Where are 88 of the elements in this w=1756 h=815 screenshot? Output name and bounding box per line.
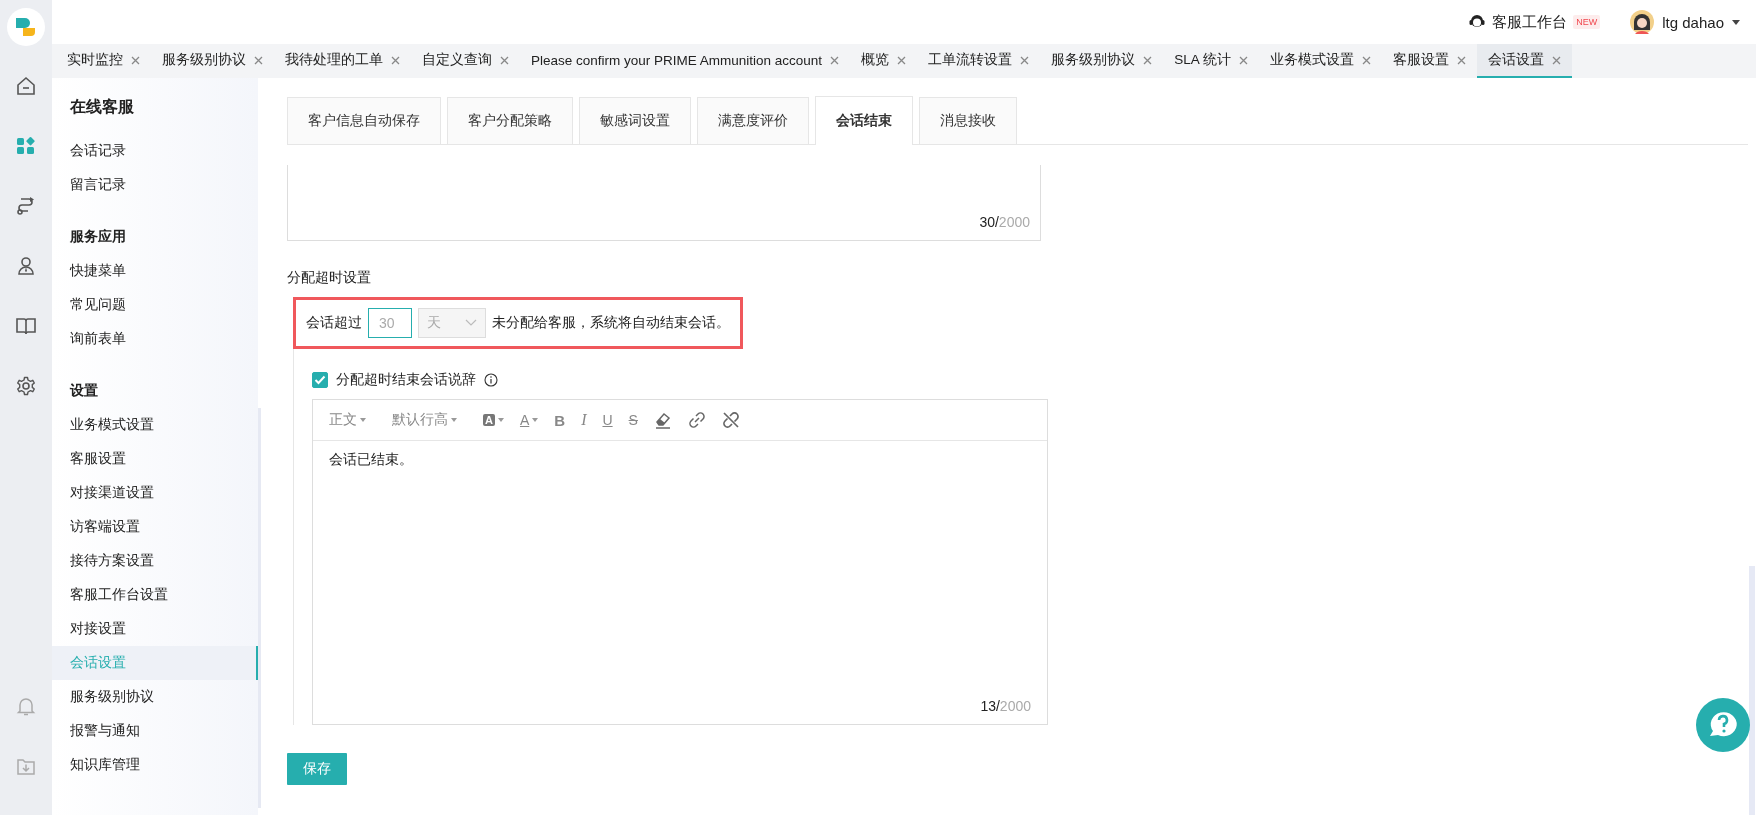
underline-button[interactable]: U: [602, 412, 613, 428]
section-title: 分配超时设置: [287, 269, 372, 287]
sidebar-item[interactable]: 快捷菜单: [52, 254, 258, 288]
sidebar-item[interactable]: 服务级别协议: [52, 680, 258, 714]
sidebar-heading: 服务应用: [69, 227, 127, 246]
close-icon[interactable]: [1361, 55, 1371, 65]
settings-tab[interactable]: 客户信息自动保存: [287, 97, 441, 144]
settings-tab[interactable]: 满意度评价: [697, 97, 809, 144]
sidebar-item[interactable]: 询前表单: [52, 322, 258, 356]
sidebar-title: 在线客服: [69, 96, 135, 117]
sidebar-item[interactable]: 知识库管理: [52, 748, 258, 782]
avatar-icon[interactable]: [1630, 10, 1655, 34]
sidebar-item[interactable]: 留言记录: [52, 168, 258, 202]
help-icon[interactable]: [1696, 698, 1750, 752]
toolbar-dropdown[interactable]: 默认行高: [392, 411, 457, 429]
caret-icon: [360, 418, 366, 422]
checkbox-label: 分配超时结束会话说辞: [336, 371, 476, 389]
settings-icon[interactable]: [16, 376, 36, 396]
close-icon[interactable]: [1020, 55, 1030, 65]
sidebar-item[interactable]: 对接渠道设置: [52, 476, 258, 510]
sidebar-item[interactable]: 常见问题: [52, 288, 258, 322]
eraser-icon[interactable]: [653, 411, 672, 429]
toolbar-dropdown[interactable]: 正文: [329, 411, 366, 429]
page-tab[interactable]: 服务级别协议: [151, 44, 274, 78]
workbench-link[interactable]: 客服工作台: [1492, 12, 1568, 32]
route-icon[interactable]: [16, 196, 36, 216]
page-tab[interactable]: 服务级别协议: [1040, 44, 1164, 78]
sidebar-item[interactable]: 会话记录: [52, 134, 258, 168]
page-tab[interactable]: 我待处理的工单: [274, 44, 411, 78]
chevron-down-icon: [465, 319, 477, 327]
editor-text: 会话已结束。: [329, 451, 413, 467]
page-tab[interactable]: 客服设置: [1381, 44, 1477, 78]
bold-button[interactable]: B: [554, 411, 566, 429]
close-icon[interactable]: [391, 55, 400, 65]
info-icon[interactable]: [484, 373, 498, 387]
page-tab[interactable]: 会话设置: [1476, 44, 1572, 78]
page-tab[interactable]: Please confirm your PRIME Ammunition account: [520, 44, 851, 78]
settings-tab[interactable]: 客户分配策略: [447, 97, 573, 144]
font-color-button[interactable]: A: [519, 412, 539, 428]
settings-tab[interactable]: 消息接收: [919, 97, 1017, 144]
message-editor[interactable]: 会话已结束。 13/2000: [313, 441, 1047, 724]
bell-icon[interactable]: [16, 696, 36, 716]
scrollbar[interactable]: [1749, 566, 1755, 815]
link-icon[interactable]: [687, 411, 706, 429]
sidebar-item[interactable]: 访客端设置: [52, 510, 258, 544]
strikethrough-button[interactable]: S: [628, 412, 638, 428]
sidebar-item[interactable]: 客服设置: [52, 442, 258, 476]
sidebar-item[interactable]: 客服工作台设置: [52, 578, 258, 612]
close-icon[interactable]: [830, 55, 840, 65]
settings-tab[interactable]: 会话结束: [815, 96, 913, 145]
italic-button[interactable]: I: [581, 411, 587, 429]
close-icon[interactable]: [1238, 55, 1248, 65]
close-icon[interactable]: [897, 55, 907, 65]
label: 未分配给客服，系统将自动结束会话。: [492, 314, 730, 332]
character-count: 13/2000: [980, 698, 1031, 714]
text-editor[interactable]: 30/2000: [287, 165, 1041, 241]
page-tab[interactable]: SLA 统计: [1163, 44, 1259, 78]
close-icon[interactable]: [500, 55, 509, 65]
apps-icon[interactable]: [16, 136, 36, 156]
unlink-icon[interactable]: [721, 411, 740, 429]
close-icon[interactable]: [254, 55, 263, 65]
close-icon[interactable]: [1456, 55, 1466, 65]
user-name[interactable]: ltg dahao: [1662, 13, 1724, 31]
label: 会话超过: [306, 314, 362, 332]
sidebar-item[interactable]: 报警与通知: [52, 714, 258, 748]
character-count: 30/2000: [979, 214, 1030, 230]
sidebar-item[interactable]: 对接设置: [52, 612, 258, 646]
page-tab[interactable]: 自定义查询: [411, 44, 520, 78]
page-tab[interactable]: 概览: [850, 44, 918, 78]
checkbox[interactable]: [312, 372, 328, 388]
caret-icon[interactable]: [1732, 19, 1740, 25]
close-icon[interactable]: [1551, 55, 1561, 65]
close-icon[interactable]: [1143, 55, 1153, 65]
page-tab[interactable]: 工单流转设置: [917, 44, 1041, 78]
caret-icon: [451, 418, 457, 422]
logo-icon[interactable]: [15, 17, 37, 37]
download-icon[interactable]: [16, 756, 36, 776]
book-icon[interactable]: [16, 316, 36, 336]
page-tab[interactable]: 业务模式设置: [1258, 44, 1382, 78]
home-icon[interactable]: [16, 76, 36, 96]
sidebar-heading: 设置: [68, 381, 99, 400]
new-badge: NEW: [1573, 15, 1601, 29]
sidebar-item[interactable]: 接待方案设置: [52, 544, 258, 578]
settings-tab[interactable]: 敏感词设置: [579, 97, 691, 144]
page-tab[interactable]: 实时监控: [56, 44, 151, 78]
sidebar-item[interactable]: 业务模式设置: [52, 408, 258, 442]
close-icon[interactable]: [131, 55, 140, 65]
person-icon[interactable]: [16, 256, 36, 276]
